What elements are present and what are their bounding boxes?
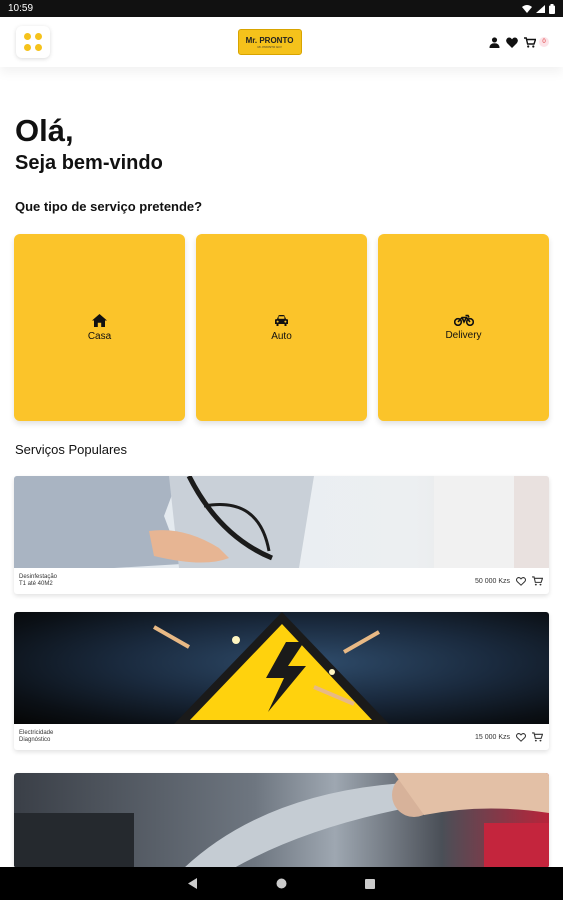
menu-dot-icon <box>35 33 42 40</box>
cart-count-badge: 0 <box>539 37 549 47</box>
recents-icon[interactable] <box>365 878 375 889</box>
favorite-heart-icon[interactable] <box>516 732 526 742</box>
app-bar: Mr. PRONTO Mr. PRONTO GO! 0 <box>0 17 563 67</box>
service-detail: Diagnóstico <box>19 737 51 743</box>
service-text: Electricidade Diagnóstico <box>19 730 53 744</box>
service-card[interactable] <box>14 773 549 868</box>
home-nav-icon[interactable] <box>276 878 287 889</box>
cart-icon[interactable] <box>524 36 536 48</box>
car-icon <box>275 314 288 326</box>
favorite-heart-icon[interactable] <box>516 576 526 586</box>
motorcycle-icon <box>453 314 474 326</box>
add-to-cart-icon[interactable] <box>532 732 543 742</box>
service-actions: 15 000 Kzs <box>475 732 543 742</box>
service-image-disinfestation <box>14 476 549 568</box>
app-logo[interactable]: Mr. PRONTO Mr. PRONTO GO! <box>237 29 302 55</box>
home-icon <box>92 313 107 327</box>
service-card[interactable]: Electricidade Diagnóstico 15 000 Kzs <box>14 612 549 750</box>
service-actions: 50 000 Kzs <box>475 576 543 586</box>
signal-icon <box>536 4 545 13</box>
status-icons <box>522 3 555 14</box>
logo-subtext: Mr. PRONTO GO! <box>257 44 282 49</box>
add-to-cart-icon[interactable] <box>532 576 543 586</box>
service-name: Desinfestação <box>19 574 58 580</box>
service-question: Que tipo de serviço pretende? <box>15 199 203 214</box>
service-image-mechanic <box>14 773 549 868</box>
category-card-delivery[interactable]: Delivery <box>378 234 549 421</box>
service-price: 50 000 Kzs <box>474 577 510 585</box>
service-detail: T1 até 40M2 <box>19 581 53 587</box>
menu-dot-icon <box>24 44 31 51</box>
app-actions: 0 <box>489 36 549 48</box>
status-bar: 10:59 <box>0 0 563 17</box>
service-info: Desinfestação T1 até 40M2 50 000 Kzs <box>14 568 549 594</box>
service-text: Desinfestação T1 até 40M2 <box>19 574 57 588</box>
wifi-icon <box>522 4 532 13</box>
heart-icon[interactable] <box>506 36 518 48</box>
menu-dot-icon <box>35 44 42 51</box>
menu-dot-icon <box>24 33 31 40</box>
category-card-auto[interactable]: Auto <box>196 234 367 421</box>
service-image-electricity <box>14 612 549 724</box>
popular-services-title: Serviços Populares <box>15 442 127 457</box>
status-time: 10:59 <box>8 3 34 14</box>
service-info: Electricidade Diagnóstico 15 000 Kzs <box>14 724 549 750</box>
menu-button[interactable] <box>16 26 50 58</box>
battery-icon <box>549 3 555 14</box>
category-label: Delivery <box>445 330 482 341</box>
category-card-casa[interactable]: Casa <box>14 234 185 421</box>
greeting-subtitle: Seja bem-vindo <box>15 152 163 174</box>
category-label: Auto <box>271 330 292 342</box>
service-card[interactable]: Desinfestação T1 até 40M2 50 000 Kzs <box>14 476 549 594</box>
logo-text: Mr. PRONTO <box>245 35 294 45</box>
service-price: 15 000 Kzs <box>474 733 510 741</box>
service-name: Electricidade <box>19 730 54 736</box>
back-icon[interactable] <box>188 878 198 889</box>
user-icon[interactable] <box>489 36 500 48</box>
category-label: Casa <box>87 330 112 342</box>
greeting-title: Olá, <box>15 113 74 148</box>
category-grid: Casa Auto Delivery <box>14 234 549 421</box>
system-nav-bar <box>0 867 563 900</box>
